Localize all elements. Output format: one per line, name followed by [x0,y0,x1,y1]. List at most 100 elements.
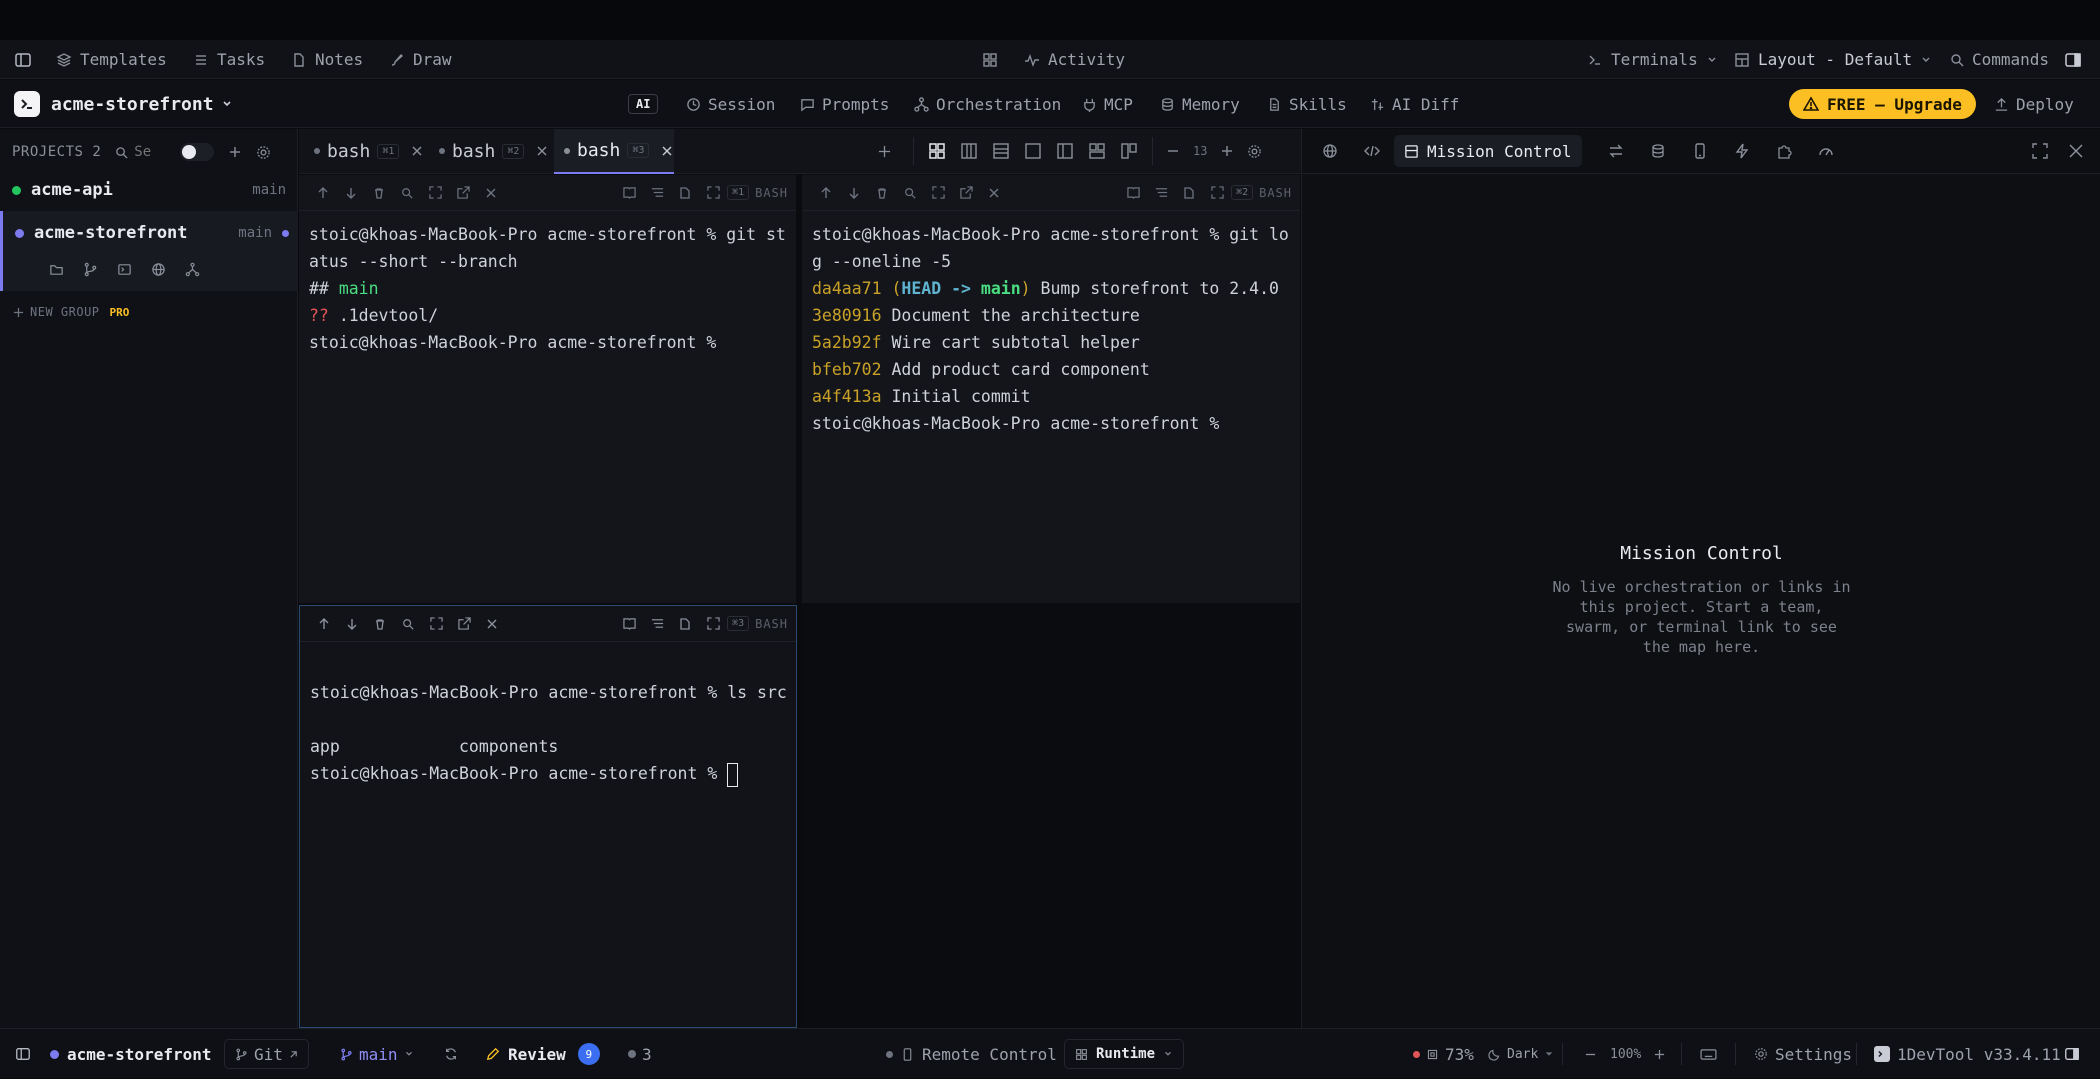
settings-button[interactable]: Settings [1754,1029,1852,1079]
git-button[interactable]: Git [224,1039,309,1069]
external-link-icon[interactable] [952,175,980,211]
folder-icon[interactable] [49,262,64,277]
remote-control-button[interactable]: Remote Control [886,1029,1057,1079]
search-icon[interactable] [896,175,924,211]
templates-button[interactable]: Templates [56,40,167,79]
notes-button[interactable]: Notes [291,40,363,79]
right-panel-toggle-icon[interactable] [2064,1029,2080,1079]
arrow-down-icon[interactable] [840,175,868,211]
arrow-down-icon[interactable] [337,175,365,211]
add-tab-icon[interactable] [869,145,899,158]
sidebar-toggle-icon[interactable] [14,40,32,79]
external-link-icon[interactable] [449,175,477,211]
close-icon[interactable] [980,175,1008,211]
terminal-pane-3[interactable]: ⌘3 BASH stoic@khoas-MacBook-Pro acme-sto… [299,605,797,1028]
close-icon[interactable] [2069,144,2083,158]
code-icon[interactable] [1364,143,1380,159]
arrow-up-icon[interactable] [310,606,338,642]
expand-icon[interactable] [422,606,450,642]
expand-icon[interactable] [421,175,449,211]
upgrade-button[interactable]: FREE — Upgrade [1789,80,1976,128]
database-icon[interactable] [1650,143,1666,159]
arrow-up-icon[interactable] [309,175,337,211]
tasks-button[interactable]: Tasks [193,40,265,79]
gauge-icon[interactable] [1818,143,1834,159]
filter-icon[interactable] [643,175,671,211]
close-icon[interactable] [478,606,506,642]
refresh-icon[interactable] [444,1029,458,1079]
book-icon[interactable] [1119,175,1147,211]
theme-dropdown[interactable]: Dark [1488,1029,1554,1079]
deploy-button[interactable]: Deploy [1994,80,2074,128]
nav-memory[interactable]: Memory [1160,80,1240,128]
zoom-out-icon[interactable] [1585,1029,1596,1079]
activity-button[interactable]: Activity [1024,40,1125,79]
filter-icon[interactable] [1147,175,1175,211]
book-icon[interactable] [615,606,643,642]
layout-dropdown[interactable]: Layout - Default [1734,40,1932,79]
layout-sidebar-icon[interactable] [1120,142,1138,160]
filter-toggle[interactable] [180,143,215,161]
file-icon[interactable] [671,606,699,642]
draw-button[interactable]: Draw [389,40,452,79]
layout-columns-icon[interactable] [960,142,978,160]
project-search-input[interactable] [134,144,169,160]
gear-icon[interactable] [256,145,271,160]
trash-icon[interactable] [365,175,393,211]
external-link-icon[interactable] [450,606,478,642]
new-group-button[interactable]: NEW GROUP PRO [13,297,129,327]
globe-icon[interactable] [1322,143,1338,159]
expand-icon[interactable] [1203,175,1231,211]
search-icon[interactable] [393,175,421,211]
nav-ai-diff[interactable]: AI Diff [1370,80,1459,128]
layout-mosaic-icon[interactable] [1088,142,1106,160]
layout-grid-icon[interactable] [928,142,946,160]
sidebar-item-acme-storefront[interactable]: acme-storefront main [0,211,298,291]
file-icon[interactable] [671,175,699,211]
terminal-icon[interactable] [117,262,132,277]
zoom-in-icon[interactable] [1654,1029,1665,1079]
gear-icon[interactable] [1247,144,1262,159]
mobile-icon[interactable] [1692,143,1708,159]
nav-orchestration[interactable]: Orchestration [914,80,1061,128]
search-icon[interactable] [394,606,422,642]
terminal-pane-1[interactable]: ⌘1 BASH stoic@khoas-MacBook-Pro acme-sto… [299,175,796,603]
trash-icon[interactable] [366,606,394,642]
tab-mission-control[interactable]: Mission Control [1394,135,1582,167]
nav-mcp[interactable]: MCP [1082,80,1133,128]
increase-font-icon[interactable] [1221,145,1233,157]
close-icon[interactable] [412,146,422,156]
book-icon[interactable] [615,175,643,211]
review-button[interactable]: Review 9 [486,1029,600,1079]
grid-icon[interactable] [982,40,998,79]
keyboard-icon[interactable] [1700,1029,1717,1079]
tab-bash-3[interactable]: bash ⌘3 [554,129,674,174]
project-switcher[interactable]: acme-storefront [14,80,233,128]
close-icon[interactable] [477,175,505,211]
network-icon[interactable] [185,262,200,277]
arrow-down-icon[interactable] [338,606,366,642]
layout-split-icon[interactable] [1056,142,1074,160]
sidebar-toggle-icon[interactable] [15,1029,31,1079]
layout-single-icon[interactable] [1024,142,1042,160]
fullscreen-icon[interactable] [2032,143,2048,159]
filter-icon[interactable] [643,606,671,642]
tab-bash-2[interactable]: bash ⌘2 [431,129,556,173]
trash-icon[interactable] [868,175,896,211]
globe-icon[interactable] [151,262,166,277]
swap-icon[interactable] [1608,143,1624,159]
expand-icon[interactable] [699,175,727,211]
puzzle-icon[interactable] [1776,143,1792,159]
nav-prompts[interactable]: Prompts [800,80,889,128]
git-branch-icon[interactable] [83,262,98,277]
branch-dropdown[interactable]: main [340,1029,414,1079]
sidebar-item-acme-api[interactable]: acme-api main [0,172,298,208]
terminals-dropdown[interactable]: Terminals [1587,40,1718,79]
version-info[interactable]: 1DevTool v33.4.11 [1874,1029,2061,1079]
close-icon[interactable] [662,146,672,156]
arrow-up-icon[interactable] [812,175,840,211]
tab-bash-1[interactable]: bash ⌘1 [299,129,424,173]
session-count[interactable]: 3 [628,1029,652,1079]
status-project[interactable]: acme-storefront [50,1029,212,1079]
terminal-pane-2[interactable]: ⌘2 BASH stoic@khoas-MacBook-Pro acme-sto… [802,175,1300,603]
